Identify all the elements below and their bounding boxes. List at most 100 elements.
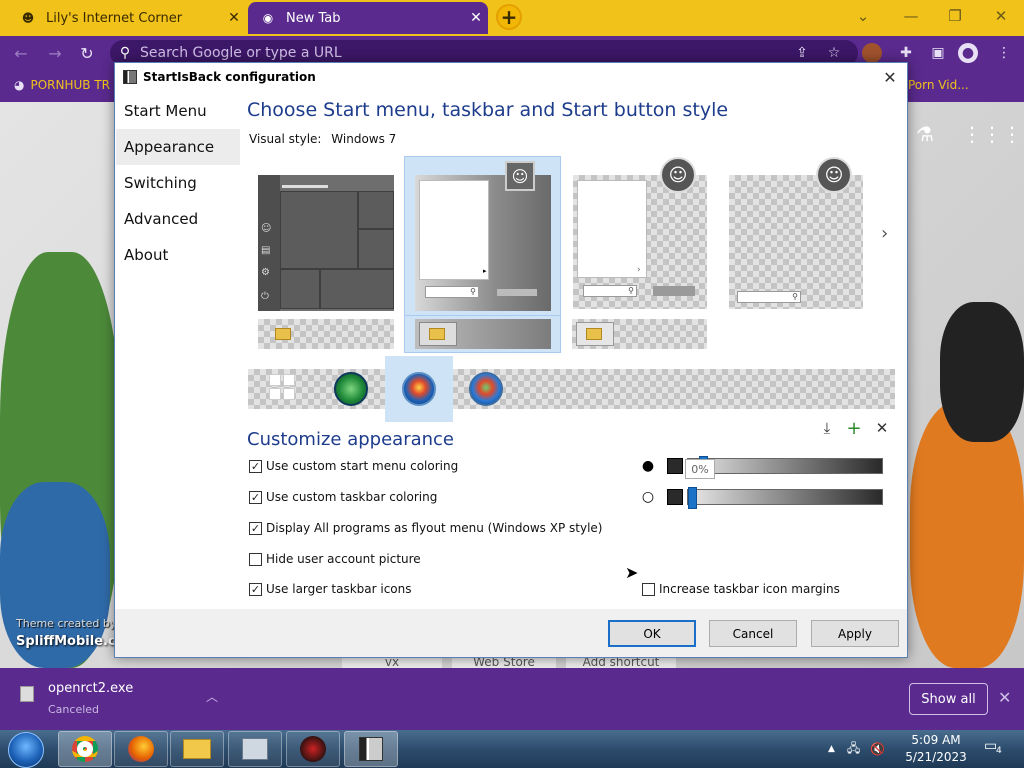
dialog-close-icon[interactable]: ✕ [879, 66, 901, 88]
back-icon[interactable]: ← [10, 42, 32, 64]
taskbar-resource-monitor[interactable] [228, 731, 282, 767]
close-tab-icon[interactable]: ✕ [222, 10, 246, 26]
taskbar-media-app[interactable] [286, 731, 340, 767]
add-plus-icon[interactable]: + [845, 418, 863, 439]
import-download-icon[interactable]: ⤓ [818, 419, 836, 437]
bookmark-item[interactable]: ◕ PORNHUB TR [14, 78, 110, 92]
start-orb-icon[interactable] [8, 732, 44, 768]
checkbox-unchecked[interactable] [249, 552, 262, 566]
start-style-option-plain[interactable]: ⚲ [729, 175, 863, 309]
option-larger-taskbar-icons[interactable]: ✓ Use larger taskbar icons [249, 582, 412, 596]
checkbox-checked[interactable]: ✓ [249, 582, 262, 596]
sidebar-item-start-menu[interactable]: Start Menu [116, 93, 240, 129]
extension-avatar-icon[interactable] [862, 43, 882, 63]
labs-flask-icon[interactable]: ⚗ [916, 122, 934, 146]
option-hide-account-picture[interactable]: Hide user account picture [249, 552, 421, 566]
color-swatch[interactable] [667, 489, 683, 505]
share-icon[interactable]: ⇪ [792, 43, 812, 63]
new-tab-button[interactable]: + [496, 4, 522, 30]
forward-icon[interactable]: → [44, 42, 66, 64]
tab-lilys-internet-corner[interactable]: ☻ Lily's Internet Corner ✕ [8, 2, 246, 34]
restore-button[interactable]: ❐ [940, 5, 970, 27]
windows10-start-icon[interactable] [269, 374, 295, 400]
show-all-button[interactable]: Show all [909, 683, 988, 715]
download-shelf: openrct2.exe Canceled ︿ Show all ✕ [0, 668, 1024, 730]
ok-button[interactable]: OK [608, 620, 696, 647]
apply-button[interactable]: Apply [811, 620, 899, 647]
windows-orb-icon[interactable] [469, 372, 503, 406]
chevron-right-icon[interactable]: › [881, 223, 888, 244]
show-hidden-icons-icon[interactable]: ▲ [828, 744, 835, 754]
tab-search-icon[interactable]: ⌄ [848, 5, 878, 27]
option-label: Display All programs as flyout menu (Win… [266, 521, 603, 535]
taskbar-style-option-windows7[interactable] [415, 319, 551, 349]
side-panel-icon[interactable]: ▣ [928, 43, 948, 63]
bookmark-favicon-icon: ◕ [14, 78, 25, 92]
start-style-option-windows7[interactable]: ▸ ⚲ [415, 175, 551, 311]
opacity-slider-thumb[interactable] [688, 487, 697, 509]
tab-title: New Tab [286, 10, 341, 26]
option-flyout-all-programs[interactable]: ✓ Display All programs as flyout menu (W… [249, 521, 602, 535]
cancel-button[interactable]: Cancel [709, 620, 797, 647]
download-file-name[interactable]: openrct2.exe [48, 681, 133, 696]
opacity-slider-track[interactable] [687, 456, 883, 478]
option-custom-taskbar-coloring[interactable]: ✓ Use custom taskbar coloring [249, 490, 437, 504]
documents-icon: ▤ [261, 245, 271, 256]
opacity-slider-track[interactable] [687, 487, 883, 509]
option-label: Hide user account picture [266, 552, 421, 566]
tab-new-tab[interactable]: ◉ New Tab ✕ [248, 2, 488, 34]
file-icon [20, 686, 34, 702]
sidebar-item-appearance[interactable]: Appearance [116, 129, 240, 165]
close-window-button[interactable]: ✕ [986, 5, 1016, 27]
checkbox-checked[interactable]: ✓ [249, 490, 262, 504]
start-style-option-vista[interactable]: › ⚲ [573, 175, 707, 309]
clover-orb-icon[interactable] [334, 372, 368, 406]
tile [320, 269, 394, 309]
option-increase-icon-margins[interactable]: Increase taskbar icon margins [642, 582, 840, 596]
folder-icon [275, 328, 291, 340]
sidebar-item-switching[interactable]: Switching [116, 165, 240, 201]
user-account-picture-icon: ☺ [816, 157, 852, 193]
sidebar-item-advanced[interactable]: Advanced [116, 201, 240, 237]
anime-character-art [940, 302, 1024, 442]
option-label: Use custom start menu coloring [266, 459, 459, 473]
option-label: Use custom taskbar coloring [266, 490, 438, 504]
taskbar-chrome[interactable] [58, 731, 112, 767]
sidebar-item-about[interactable]: About [116, 237, 240, 273]
bookmark-item[interactable]: Porn Vid... [908, 78, 969, 92]
reload-icon[interactable]: ↻ [76, 42, 98, 64]
apps-grid-icon[interactable]: ⋮⋮⋮ [962, 122, 1022, 146]
taskbar-clock[interactable]: 5:09 AM 5/21/2023 [896, 732, 976, 766]
option-custom-start-coloring[interactable]: ✓ Use custom start menu coloring [249, 459, 458, 473]
checkbox-checked[interactable]: ✓ [249, 459, 262, 473]
taskbar-explorer[interactable] [170, 731, 224, 767]
menu-kebab-icon[interactable]: ⋮ [994, 43, 1014, 63]
profile-icon[interactable]: ● [958, 43, 978, 63]
taskbar-startisback[interactable] [344, 731, 398, 767]
settings-sidebar: Start Menu Appearance Switching Advanced… [116, 93, 240, 613]
checkbox-unchecked[interactable] [642, 582, 655, 596]
user-account-picture-icon: ☺ [660, 157, 696, 193]
close-shelf-icon[interactable]: ✕ [998, 688, 1011, 707]
remove-x-icon[interactable]: ✕ [873, 419, 891, 437]
volume-muted-icon[interactable]: 🔇 [870, 742, 885, 756]
search-icon: ⚲ [425, 286, 479, 298]
taskbar-style-option-windows10[interactable] [258, 319, 394, 349]
extensions-puzzle-icon[interactable]: ✚ [896, 43, 916, 63]
taskbar-style-option-vista[interactable] [572, 319, 707, 349]
dialog-titlebar[interactable]: StartIsBack configuration [115, 63, 907, 91]
taskbar-firefox[interactable] [114, 731, 168, 767]
windows7-orb-icon[interactable] [402, 372, 436, 406]
color-swatch[interactable] [667, 458, 683, 474]
minimize-button[interactable]: — [896, 5, 926, 27]
search-icon: ⚲ [119, 45, 131, 61]
chevron-up-icon[interactable]: ︿ [206, 688, 218, 705]
bookmark-star-icon[interactable]: ☆ [824, 43, 844, 63]
close-tab-icon[interactable]: ✕ [464, 10, 488, 26]
start-style-option-windows10[interactable]: ☺ ▤ ⚙ ⏻ [258, 175, 394, 311]
network-icon[interactable]: 🖧 [847, 739, 860, 760]
option-label: Increase taskbar icon margins [659, 582, 840, 596]
power-icon: ⏻ [261, 291, 269, 302]
checkbox-checked[interactable]: ✓ [249, 521, 262, 535]
action-center-icon[interactable]: ▭ 4 [984, 738, 1006, 758]
